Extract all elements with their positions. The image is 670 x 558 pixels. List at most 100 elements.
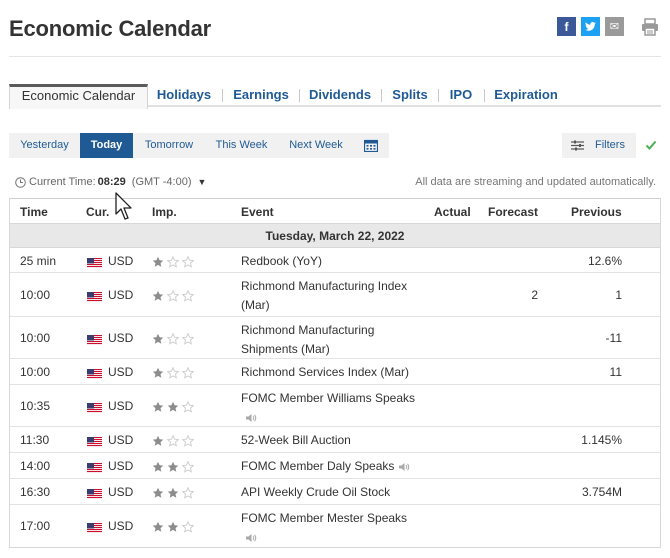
date-group-row: Tuesday, March 22, 2022 — [10, 224, 660, 248]
star-empty-icon — [167, 256, 179, 268]
us-flag-icon — [87, 489, 102, 499]
importance-stars — [152, 367, 197, 379]
event-time: 10:00 — [20, 331, 51, 345]
column-header-importance[interactable]: Imp. — [152, 205, 177, 219]
event-name[interactable]: Richmond Manufacturing Shipments (Mar) — [241, 323, 374, 356]
yesterday-button[interactable]: Yesterday — [9, 133, 80, 158]
check-icon — [645, 140, 657, 150]
event-name[interactable]: API Weekly Crude Oil Stock — [241, 485, 390, 499]
this-week-button[interactable]: This Week — [205, 133, 278, 158]
star-filled-icon — [152, 256, 164, 267]
tab-earnings[interactable]: Earnings — [231, 84, 291, 107]
event-name-cell[interactable]: API Weekly Crude Oil Stock — [241, 483, 416, 502]
event-currency: USD — [108, 365, 134, 379]
event-name-cell[interactable]: FOMC Member Williams Speaks — [241, 389, 416, 427]
column-header-actual[interactable]: Actual — [434, 205, 471, 219]
table-row[interactable]: 11:30 USD 52-Week Bill Auction 1.145% — [10, 427, 660, 453]
event-previous: 11 — [609, 365, 622, 379]
tab-separator — [381, 89, 382, 102]
tab-ipo[interactable]: IPO — [446, 84, 476, 107]
column-header-event[interactable]: Event — [241, 205, 274, 219]
filters-button[interactable]: Filters — [562, 133, 636, 158]
facebook-share-icon[interactable]: f — [557, 17, 576, 36]
event-currency: USD — [108, 519, 134, 533]
calendar-tabs: Economic Calendar Holidays Earnings Divi… — [9, 84, 661, 109]
print-icon[interactable] — [641, 18, 659, 36]
event-name-cell[interactable]: FOMC Member Daly Speaks — [241, 457, 416, 476]
star-filled-icon — [167, 401, 179, 412]
chevron-down-icon[interactable]: ▼ — [197, 177, 206, 187]
event-currency: USD — [108, 288, 134, 302]
star-empty-icon — [167, 290, 179, 302]
event-time: 10:00 — [20, 365, 51, 379]
next-week-button[interactable]: Next Week — [278, 133, 354, 158]
tab-separator — [299, 89, 300, 102]
table-row[interactable]: 10:00 USD Richmond Manufacturing Index (Ma… — [10, 273, 660, 317]
tab-expiration[interactable]: Expiration — [493, 84, 559, 107]
event-name[interactable]: FOMC Member Mester Speaks — [241, 511, 407, 525]
event-currency: USD — [108, 459, 134, 473]
column-header-time[interactable]: Time — [20, 205, 48, 219]
star-filled-icon — [167, 521, 179, 532]
event-name[interactable]: FOMC Member Daly Speaks — [241, 459, 394, 473]
event-name-cell[interactable]: 52-Week Bill Auction — [241, 431, 416, 450]
currency-flag — [87, 436, 102, 447]
calendar-icon[interactable] — [364, 139, 378, 152]
event-previous: 1.145% — [581, 433, 622, 447]
event-name-cell[interactable]: Richmond Services Index (Mar) — [241, 363, 416, 382]
star-empty-icon — [182, 333, 194, 345]
current-time-label: Current Time: — [29, 176, 96, 188]
star-empty-icon — [182, 435, 194, 447]
table-row[interactable]: 14:00 USD FOMC Member Daly Speaks — [10, 453, 660, 479]
event-name-cell[interactable]: Richmond Manufacturing Shipments (Mar) — [241, 321, 416, 359]
tab-dividends[interactable]: Dividends — [308, 84, 372, 107]
star-filled-icon — [152, 435, 164, 446]
event-name[interactable]: Richmond Manufacturing Index (Mar) — [241, 279, 407, 312]
table-row[interactable]: 25 min USD Redbook (YoY) 12.6% — [10, 248, 660, 273]
event-name-cell[interactable]: FOMC Member Mester Speaks — [241, 509, 416, 547]
star-empty-icon — [182, 401, 194, 413]
star-empty-icon — [167, 435, 179, 447]
table-row[interactable]: 10:00 USD Richmond Services Index (Mar) 11 — [10, 359, 660, 385]
event-name-cell[interactable]: Redbook (YoY) — [241, 252, 416, 271]
event-name[interactable]: 52-Week Bill Auction — [241, 433, 351, 447]
event-time: 11:30 — [20, 433, 50, 447]
star-empty-icon — [182, 367, 194, 379]
twitter-share-icon[interactable] — [581, 17, 600, 36]
event-currency: USD — [108, 485, 134, 499]
currency-flag — [87, 257, 102, 268]
speaker-icon — [246, 533, 257, 542]
event-previous: 12.6% — [587, 254, 622, 268]
table-row[interactable]: 10:35 USD FOMC Member Williams Speaks — [10, 385, 660, 427]
page-title: Economic Calendar — [9, 16, 211, 41]
title-divider — [9, 56, 661, 57]
currency-flag — [87, 291, 102, 302]
tab-holidays[interactable]: Holidays — [154, 84, 214, 107]
today-button[interactable]: Today — [80, 133, 133, 158]
importance-stars — [152, 256, 197, 268]
current-time[interactable]: Current Time: 08:29 (GMT -4:00) ▼ — [15, 176, 206, 188]
event-previous: 3.754M — [581, 485, 622, 499]
event-name-cell[interactable]: Richmond Manufacturing Index (Mar) — [241, 277, 416, 315]
column-header-currency[interactable]: Cur. — [86, 205, 109, 219]
us-flag-icon — [87, 523, 102, 533]
table-row[interactable]: 17:00 USD FOMC Member Mester Speaks — [10, 505, 660, 547]
table-row[interactable]: 10:00 USD Richmond Manufacturing Shipments… — [10, 317, 660, 359]
table-row[interactable]: 16:30 USD API Weekly Crude Oil Stock 3.754M — [10, 479, 660, 505]
event-name[interactable]: FOMC Member Williams Speaks — [241, 391, 415, 405]
event-name[interactable]: Redbook (YoY) — [241, 254, 322, 268]
currency-flag — [87, 334, 102, 345]
tomorrow-button[interactable]: Tomorrow — [133, 133, 205, 158]
event-currency: USD — [108, 254, 134, 268]
us-flag-icon — [87, 403, 102, 413]
column-header-forecast[interactable]: Forecast — [488, 205, 538, 219]
importance-stars — [152, 435, 197, 447]
tab-splits[interactable]: Splits — [390, 84, 430, 107]
tab-economic-calendar[interactable]: Economic Calendar — [9, 84, 148, 109]
date-filter-bar: Yesterday Today Tomorrow This Week Next … — [9, 133, 389, 158]
event-name[interactable]: Richmond Services Index (Mar) — [241, 365, 409, 379]
mail-share-icon[interactable]: ✉ — [605, 17, 624, 36]
clock-icon — [15, 176, 26, 188]
table-header: Time Cur. Imp. Event Actual Forecast Pre… — [10, 199, 660, 224]
column-header-previous[interactable]: Previous — [571, 205, 622, 219]
